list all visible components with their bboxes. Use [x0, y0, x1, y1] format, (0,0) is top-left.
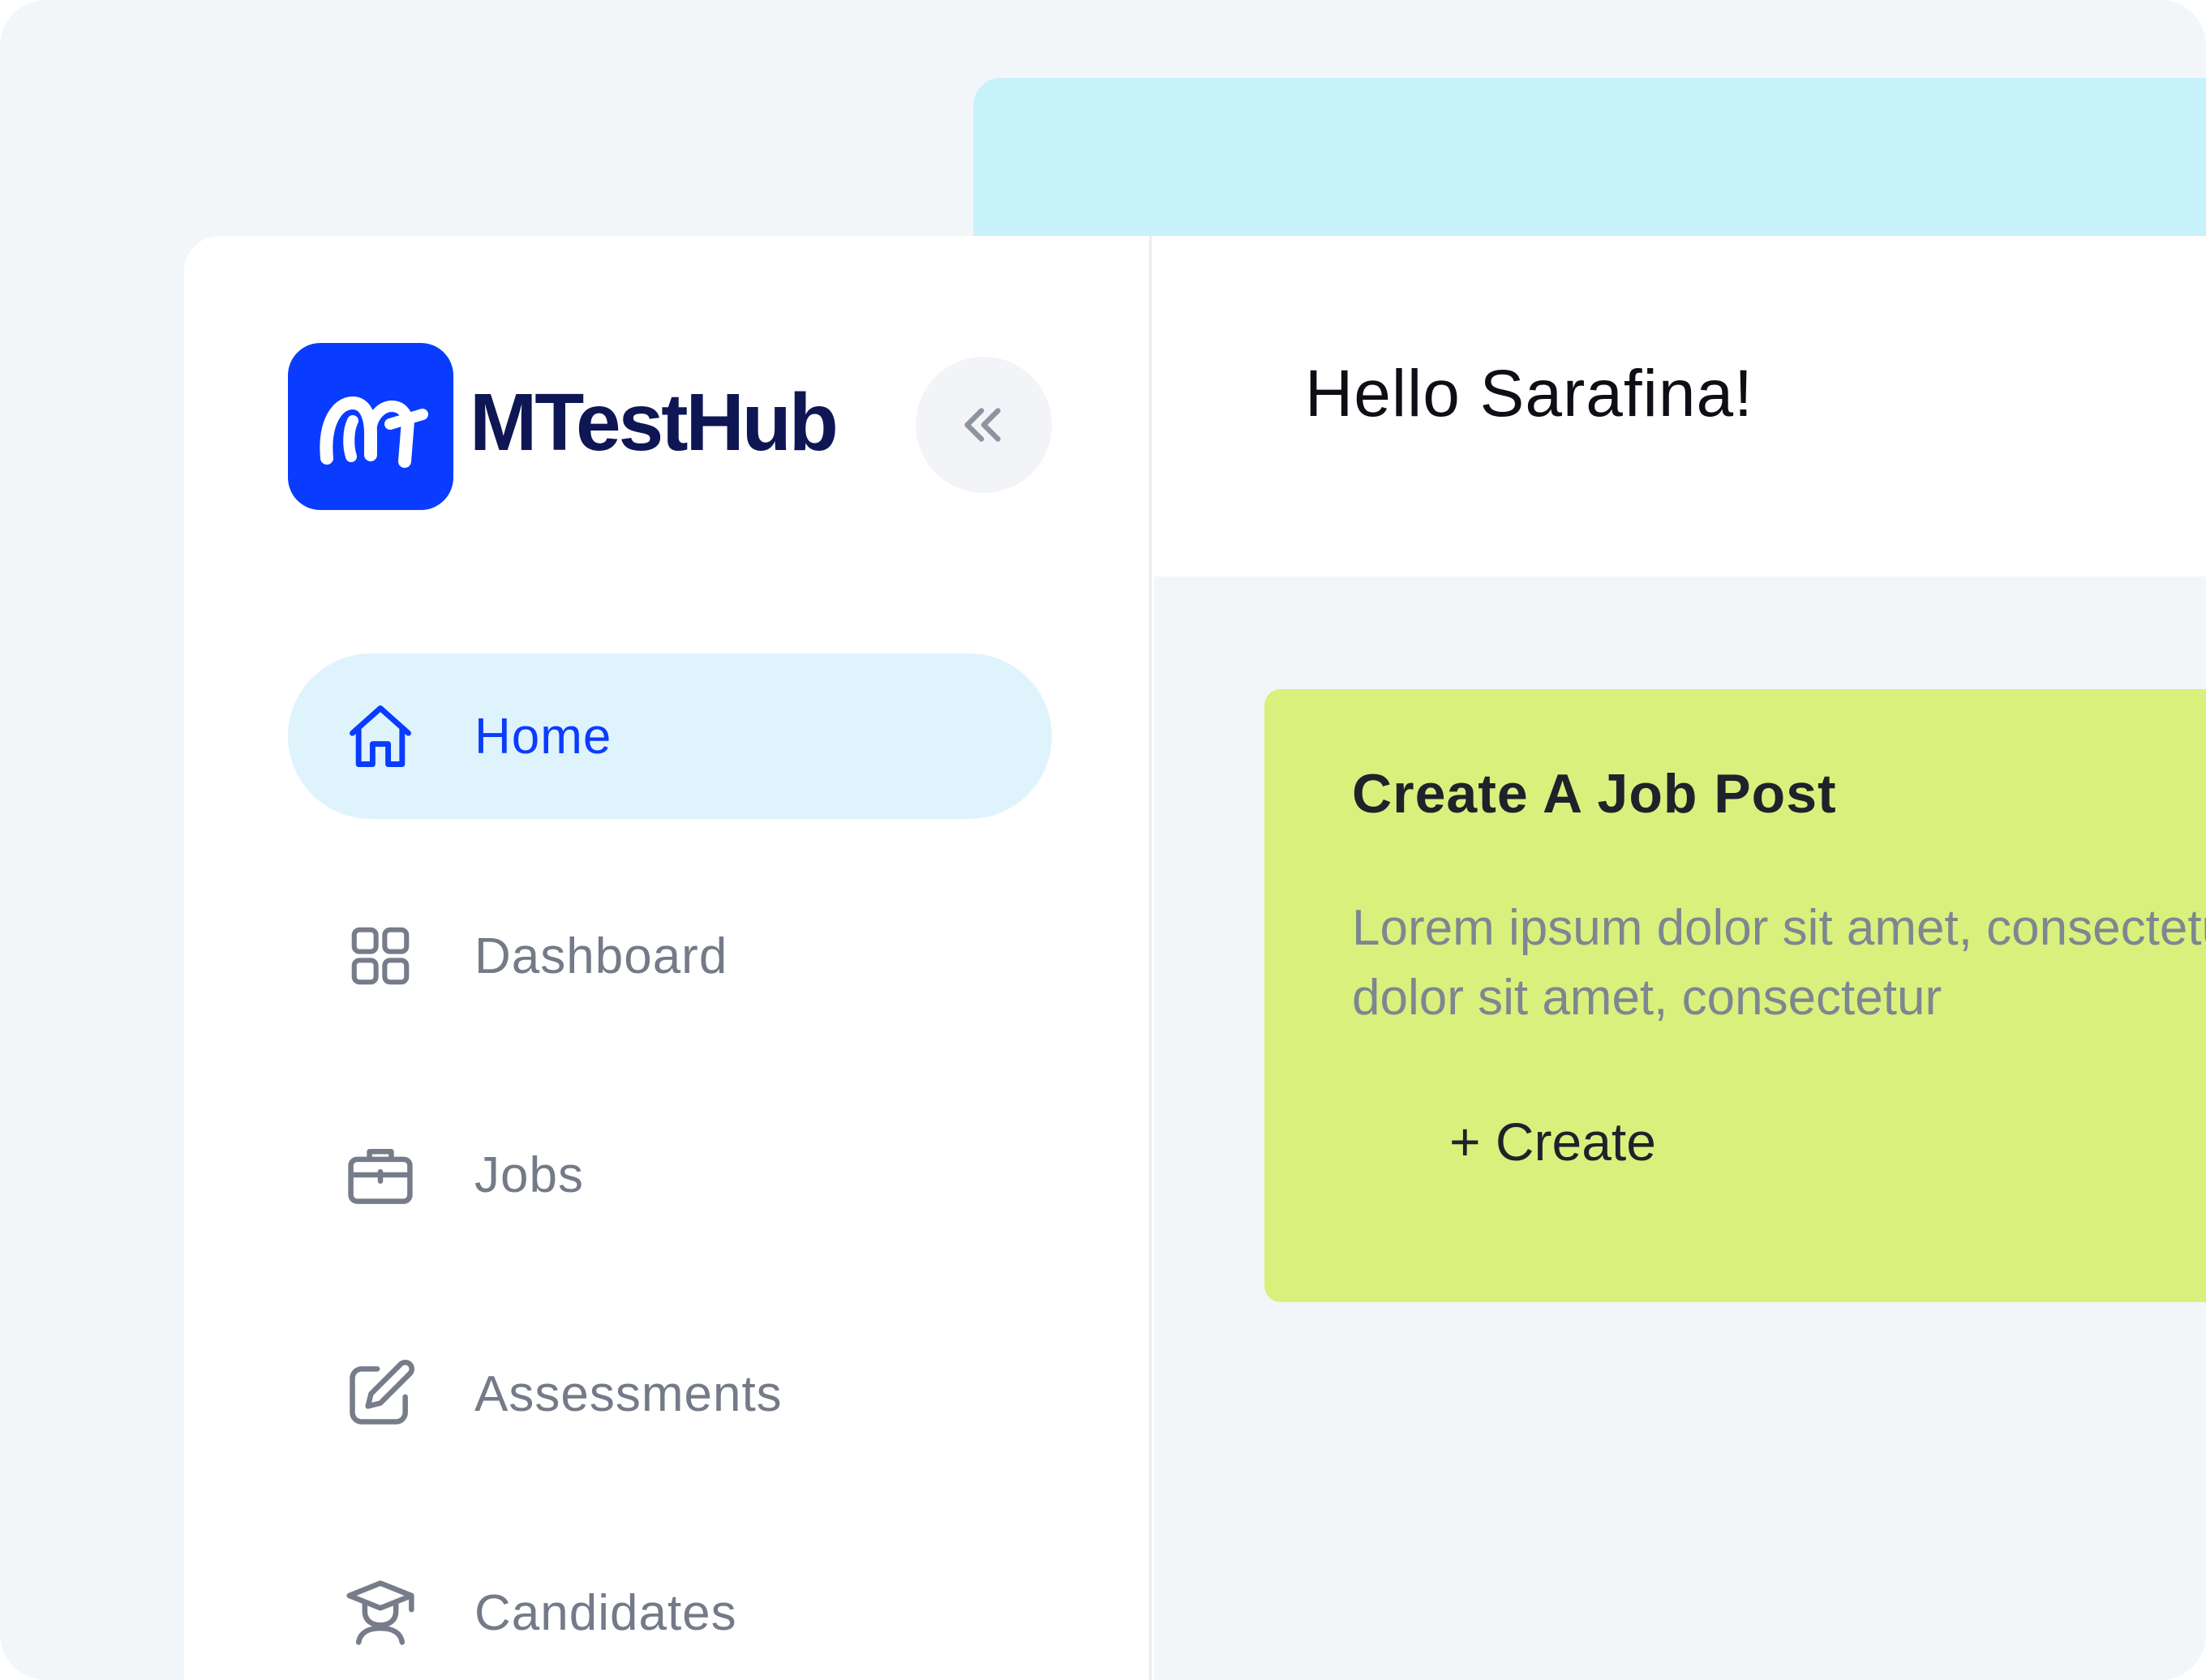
card-description-line: dolor sit amet, consectetur — [1352, 970, 1942, 1026]
home-icon — [341, 697, 419, 775]
sidebar-item-home[interactable]: Home — [288, 654, 1052, 819]
top-header: Hello Sarafina! — [1154, 236, 2206, 576]
sidebar-item-label: Assessments — [474, 1365, 783, 1422]
graduate-icon — [341, 1574, 419, 1652]
mt-logo-icon — [288, 343, 453, 510]
edit-icon — [341, 1355, 419, 1433]
app-window: MTestHub Home Dashboard Jobs Assessments… — [184, 236, 2206, 1680]
sidebar-item-label: Dashboard — [474, 928, 728, 984]
sidebar-item-dashboard[interactable]: Dashboard — [288, 873, 1052, 1039]
sidebar-item-label: Candidates — [474, 1584, 737, 1641]
create-job-button[interactable]: + Create — [1449, 1111, 1656, 1172]
card-description: Lorem ipsum dolor sit amet, consectetur … — [1352, 894, 2206, 1033]
sidebar: MTestHub Home Dashboard Jobs Assessments… — [184, 236, 1152, 1680]
sidebar-item-jobs[interactable]: Jobs — [288, 1092, 1052, 1258]
card-title: Create A Job Post — [1352, 763, 1837, 825]
app-frame: MTestHub Home Dashboard Jobs Assessments… — [0, 0, 2206, 1680]
sidebar-item-assessments[interactable]: Assessments — [288, 1311, 1052, 1476]
sidebar-item-candidates[interactable]: Candidates — [288, 1530, 1052, 1680]
greeting-title: Hello Sarafina! — [1305, 357, 1753, 431]
collapse-sidebar-button[interactable] — [916, 357, 1052, 493]
briefcase-icon — [341, 1136, 419, 1214]
sidebar-item-label: Home — [474, 708, 612, 765]
double-chevron-left-icon — [964, 408, 1001, 442]
card-description-line: Lorem ipsum dolor sit amet, consectetur — [1352, 900, 2206, 956]
main-content: Create A Job Post Lorem ipsum dolor sit … — [1154, 576, 2206, 1680]
sidebar-item-label: Jobs — [474, 1146, 584, 1203]
create-job-post-card: Create A Job Post Lorem ipsum dolor sit … — [1264, 689, 2206, 1302]
brand-name: MTestHub — [470, 377, 839, 468]
dashboard-grid-icon — [341, 917, 419, 995]
